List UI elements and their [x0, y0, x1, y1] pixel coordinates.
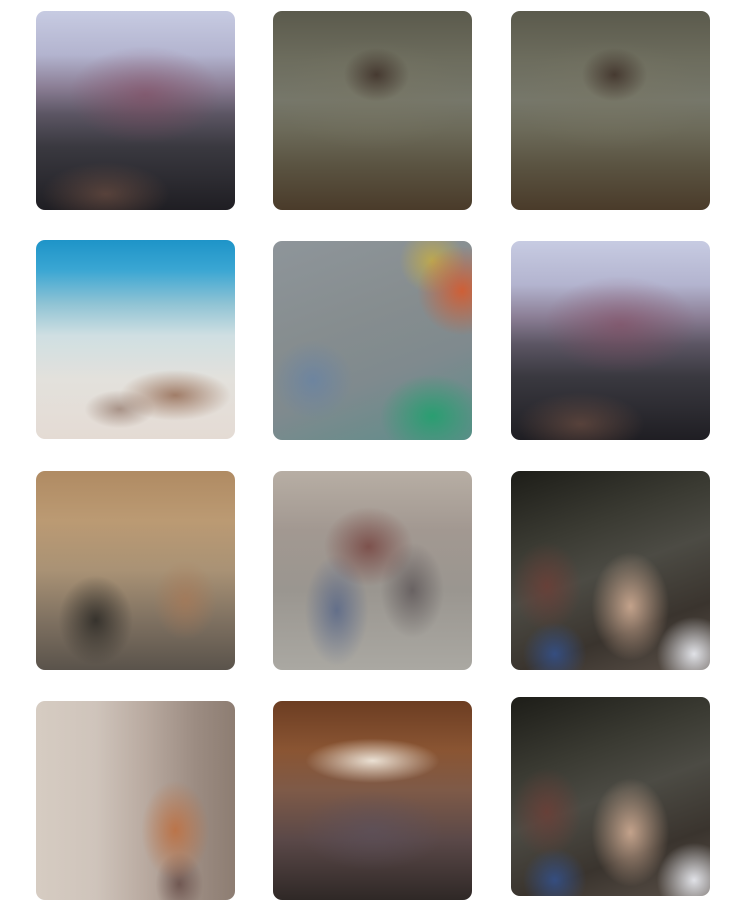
photo-tile-10[interactable]	[36, 701, 235, 900]
photo-tile-7[interactable]	[36, 471, 235, 670]
photo-tile-3[interactable]	[511, 11, 710, 210]
photo-tile-5[interactable]	[273, 241, 472, 440]
photo-tile-2[interactable]	[273, 11, 472, 210]
photo-tile-6[interactable]	[511, 241, 710, 440]
photo-tile-12[interactable]	[511, 697, 710, 896]
photo-tile-4[interactable]	[36, 240, 235, 439]
photo-tile-1[interactable]	[36, 11, 235, 210]
photo-tile-11[interactable]	[273, 701, 472, 900]
photo-tile-8[interactable]	[273, 471, 472, 670]
photo-tile-9[interactable]	[511, 471, 710, 670]
